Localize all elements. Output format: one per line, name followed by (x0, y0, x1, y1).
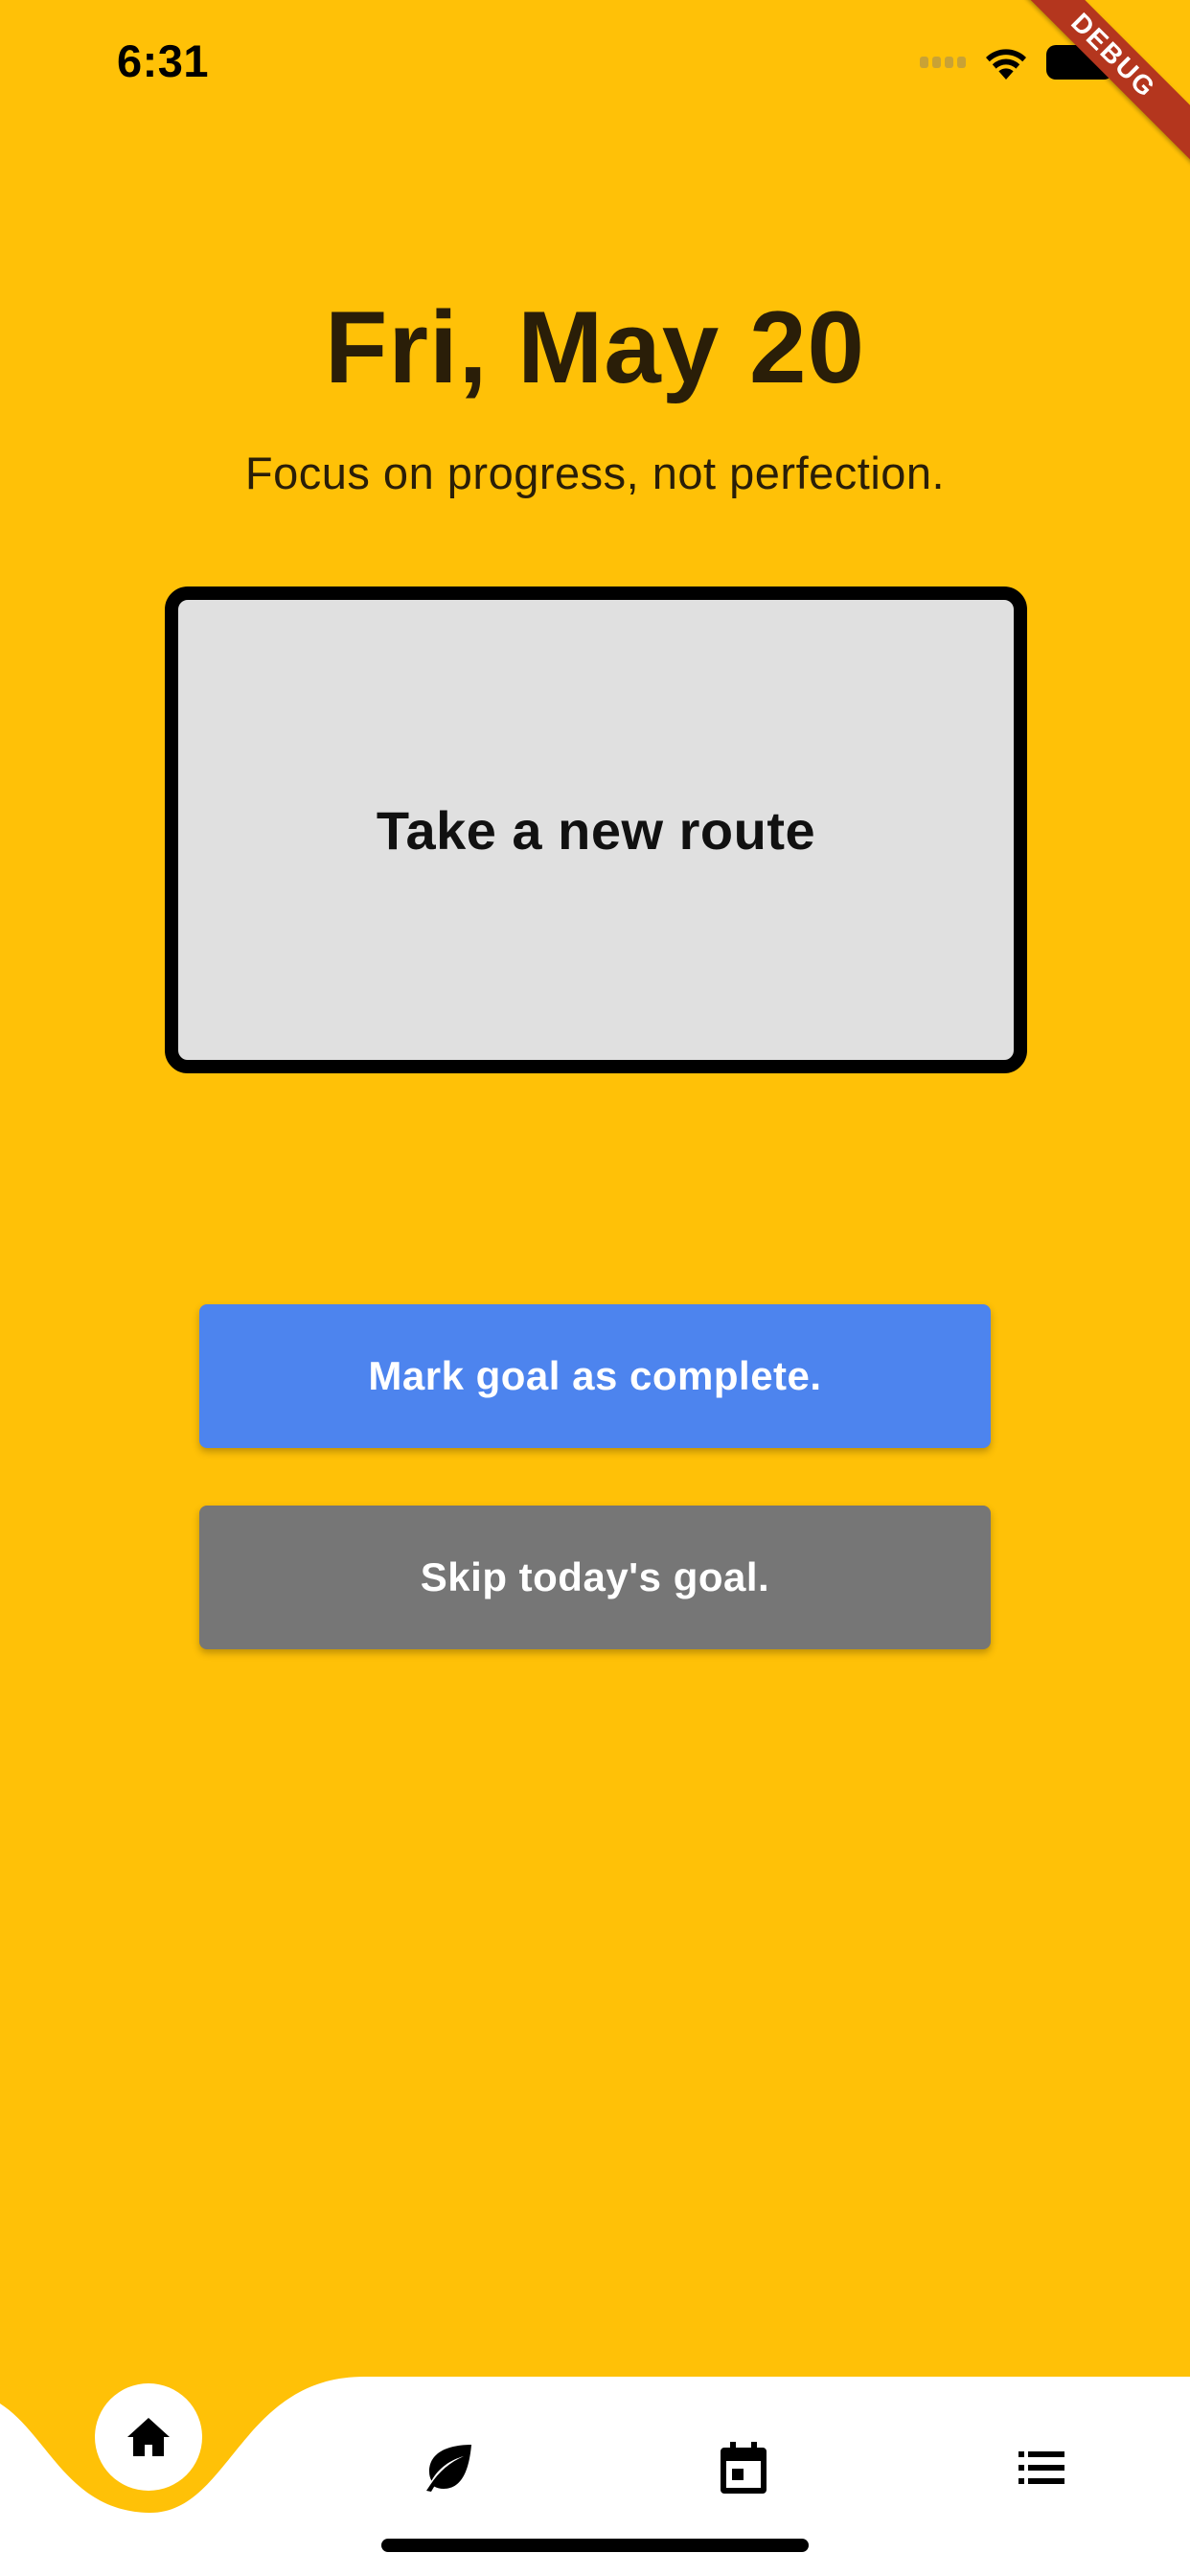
nav-leaf[interactable] (413, 2434, 480, 2501)
nav-list[interactable] (1008, 2434, 1075, 2501)
list-icon (1018, 2451, 1064, 2484)
nav-calendar[interactable] (710, 2434, 777, 2501)
page-title: Fri, May 20 (324, 289, 866, 404)
nav-home[interactable] (95, 2383, 202, 2491)
status-time: 6:31 (117, 35, 210, 86)
leaf-icon (426, 2445, 471, 2492)
goal-text: Take a new route (376, 799, 816, 861)
calendar-icon (721, 2442, 767, 2494)
mark-complete-button[interactable]: Mark goal as complete. (199, 1304, 991, 1448)
home-indicator (381, 2539, 809, 2552)
signal-icon (920, 57, 966, 68)
home-icon (127, 2418, 170, 2456)
skip-goal-button[interactable]: Skip today's goal. (199, 1506, 991, 1649)
wifi-icon (986, 49, 1026, 80)
goal-card: Take a new route (165, 586, 1027, 1073)
motivational-subtitle: Focus on progress, not perfection. (244, 448, 946, 498)
